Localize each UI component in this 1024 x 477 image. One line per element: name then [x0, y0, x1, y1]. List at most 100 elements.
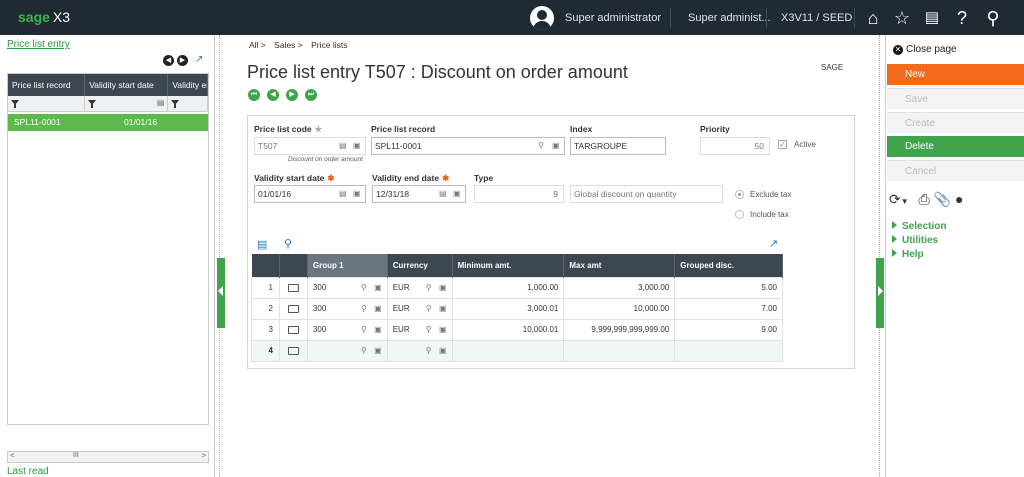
grid-header-min-amt[interactable]: Minimum amt. [452, 254, 565, 277]
endpoint-name[interactable]: X3V11 / SEED [781, 12, 852, 24]
lookup-icon[interactable]: ⚲ [538, 141, 544, 150]
breadcrumb-sales[interactable]: Sales > [274, 40, 303, 50]
min-amt-cell[interactable] [451, 339, 565, 362]
table-row[interactable]: 1 300 ⚲ ▣ EUR ⚲ ▣ 1,000.00 3,000.00 5.00 [251, 276, 783, 299]
create-button[interactable]: Create [887, 112, 1024, 133]
grid-header-max-amt[interactable]: Max amt [563, 254, 676, 277]
calendar-icon[interactable]: ▤ [439, 189, 447, 198]
role-name[interactable]: Super administ... [688, 12, 771, 24]
chevron-down-icon[interactable]: ▼ [901, 197, 909, 206]
filter-icon[interactable] [171, 100, 180, 108]
grid-header-group[interactable]: Group 1 [307, 254, 388, 277]
entity-card-icon[interactable]: ▣ [353, 141, 361, 150]
price-list-code-field[interactable]: T507 [254, 137, 366, 155]
index-field[interactable]: TARGROUPE [570, 137, 666, 155]
close-page-button[interactable]: ✕ Close page [893, 44, 957, 55]
help-icon[interactable]: ? [949, 5, 975, 31]
validity-end-field[interactable]: 12/31/18 [372, 185, 466, 203]
max-amt-cell[interactable]: 3,000.00 [563, 276, 676, 299]
last-record-icon[interactable]: ⏭ [305, 89, 317, 101]
refresh-icon[interactable]: ⟳ [889, 191, 901, 207]
active-checkbox[interactable]: ✓ [778, 140, 787, 149]
group-cell[interactable]: ⚲ ▣ [306, 339, 388, 362]
search-icon[interactable]: ⚲ [980, 5, 1006, 31]
filter-icon[interactable] [11, 100, 19, 108]
group-cell[interactable]: 300 ⚲ ▣ [306, 318, 388, 341]
entity-card-icon[interactable]: ▣ [552, 141, 560, 150]
user-name[interactable]: Super administrator [565, 12, 661, 24]
max-amt-cell[interactable]: 9,999,999,999,999.00 [563, 318, 676, 341]
selection-link[interactable]: Selection [892, 221, 946, 232]
grid-search-icon[interactable]: ⚲ [284, 237, 292, 250]
currency-cell[interactable]: EUR ⚲ ▣ [386, 297, 453, 320]
user-avatar-icon[interactable] [530, 6, 554, 30]
home-icon[interactable]: ⌂ [860, 5, 886, 31]
star-icon[interactable]: ☆ [889, 5, 915, 31]
entity-card-icon[interactable]: ▣ [353, 189, 361, 198]
left-splitter[interactable] [219, 35, 222, 477]
group-cell[interactable]: 300 ⚲ ▣ [306, 276, 388, 299]
next-record-icon[interactable]: ▶ [286, 89, 298, 101]
currency-cell[interactable]: ⚲ ▣ [386, 339, 453, 362]
first-record-icon[interactable]: ⏮ [248, 89, 260, 101]
table-row[interactable]: 4 ⚲ ▣ ⚲ ▣ [251, 339, 783, 362]
breadcrumb-all[interactable]: All > [249, 40, 266, 50]
currency-cell[interactable]: EUR ⚲ ▣ [386, 318, 453, 341]
attachment-icon[interactable]: 📎 [934, 191, 951, 207]
horizontal-scrollbar[interactable]: < III > [7, 451, 209, 463]
scroll-left-icon[interactable]: < [10, 451, 15, 460]
next-page-icon[interactable]: ▶ [177, 55, 188, 66]
last-read-link[interactable]: Last read [7, 466, 49, 477]
exclude-tax-radio[interactable] [735, 190, 744, 199]
min-amt-cell[interactable]: 1,000.00 [451, 276, 565, 299]
max-amt-cell[interactable] [563, 339, 676, 362]
include-tax-radio[interactable] [735, 210, 744, 219]
grid-header-grouped-disc[interactable]: Grouped disc. [674, 254, 783, 277]
calendar-icon[interactable]: ▤ [157, 98, 165, 107]
previous-page-icon[interactable]: ◀ [163, 55, 174, 66]
validity-start-field[interactable]: 01/01/16 [254, 185, 366, 203]
news-icon[interactable]: ▤ [919, 5, 945, 31]
column-header[interactable]: Validity start date [85, 74, 169, 96]
sage-logo[interactable]: sage X3 [18, 9, 70, 25]
new-button[interactable]: New [887, 64, 1024, 85]
collapse-right-handle[interactable] [876, 258, 884, 328]
right-splitter[interactable] [879, 35, 882, 477]
filter-icon[interactable] [88, 100, 97, 108]
grouped-disc-cell[interactable]: 9.00 [674, 318, 783, 341]
scroll-thumb[interactable]: III [73, 452, 79, 459]
table-row[interactable]: 2 300 ⚲ ▣ EUR ⚲ ▣ 3,000.01 10,000.00 7.00 [251, 297, 783, 320]
delete-button[interactable]: Delete [887, 136, 1024, 157]
grid-header-currency[interactable]: Currency [387, 254, 453, 277]
expand-icon[interactable]: ↗ [195, 54, 203, 65]
save-button[interactable]: Save [887, 88, 1024, 109]
type-field[interactable]: 9 [474, 185, 564, 203]
price-list-record-field[interactable]: SPL11-0001 [371, 137, 565, 155]
link-icon[interactable]: ▤ [339, 141, 347, 150]
currency-cell[interactable]: EUR ⚲ ▣ [386, 276, 453, 299]
row-detail-icon[interactable] [287, 304, 299, 313]
min-amt-cell[interactable]: 3,000.01 [451, 297, 565, 320]
scroll-right-icon[interactable]: > [201, 451, 206, 460]
calendar-icon[interactable]: ▤ [339, 189, 347, 198]
group-cell[interactable]: 300 ⚲ ▣ [306, 297, 388, 320]
entity-card-icon[interactable]: ▣ [453, 189, 461, 198]
row-detail-icon[interactable] [287, 283, 299, 292]
column-header[interactable]: Price list record [8, 74, 86, 96]
previous-record-icon[interactable]: ◀ [267, 89, 279, 101]
grouped-disc-cell[interactable] [674, 339, 783, 362]
row-detail-icon[interactable] [287, 325, 299, 334]
list-item[interactable]: SPL11-0001 01/01/16 [8, 114, 208, 131]
table-row[interactable]: 3 300 ⚲ ▣ EUR ⚲ ▣ 10,000.01 9,999,999,999,99… [251, 318, 783, 341]
help-link[interactable]: Help [892, 249, 924, 260]
breadcrumb-price-lists[interactable]: Price lists [311, 40, 347, 50]
grid-expand-icon[interactable]: ↗ [769, 237, 778, 250]
min-amt-cell[interactable]: 10,000.01 [451, 318, 565, 341]
price-list-entry-link[interactable]: Price list entry [7, 39, 70, 50]
priority-field[interactable]: 50 [700, 137, 770, 155]
utilities-link[interactable]: Utilities [892, 235, 938, 246]
comment-icon[interactable]: ● [955, 191, 963, 207]
print-icon[interactable]: ⎙ [919, 191, 930, 207]
collapse-left-handle[interactable] [217, 258, 225, 328]
grouped-disc-cell[interactable]: 5.00 [674, 276, 783, 299]
